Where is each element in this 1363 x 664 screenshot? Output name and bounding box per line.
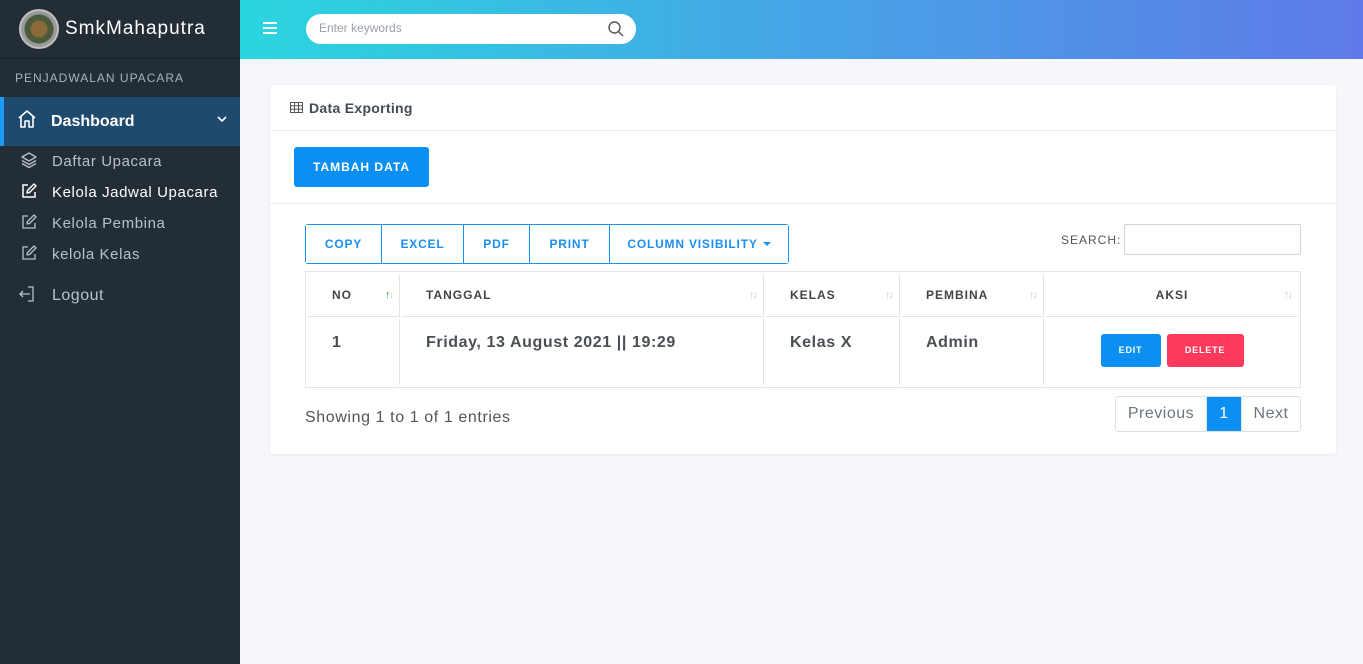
sidebar-item-kelola-kelas[interactable]: kelola Kelas (0, 239, 240, 270)
layers-icon (20, 151, 38, 173)
table-search-label: SEARCH: (1061, 233, 1122, 247)
logout-icon (18, 285, 36, 308)
home-icon (17, 109, 37, 134)
pagination: Previous 1 Next (1115, 396, 1301, 432)
sort-icon: ↑↓ (385, 289, 394, 301)
sidebar-item-dashboard[interactable]: Dashboard (0, 97, 240, 146)
column-header-aksi[interactable]: AKSI ↑↓ (1046, 274, 1298, 317)
cell-pembina: Admin (902, 319, 1044, 385)
sidebar-item-label: kelola Kelas (52, 246, 141, 263)
card-header: Data Exporting (270, 85, 1336, 131)
brand-name: SmkMahaputra (65, 18, 206, 39)
table-row: 1 Friday, 13 August 2021 || 19:29 Kelas … (308, 319, 1298, 385)
sidebar-item-label: Kelola Jadwal Upacara (52, 184, 219, 201)
column-header-kelas[interactable]: KELAS ↑↓ (766, 274, 900, 317)
chevron-down-icon (216, 112, 228, 130)
edit-icon (20, 244, 38, 266)
column-header-pembina[interactable]: PEMBINA ↑↓ (902, 274, 1044, 317)
search-icon[interactable] (607, 20, 625, 43)
header-label: AKSI (1155, 288, 1189, 302)
sidebar-item-label: Daftar Upacara (52, 153, 163, 170)
card-title: Data Exporting (309, 99, 413, 116)
column-visibility-label: COLUMN VISIBILITY (627, 237, 758, 251)
table-icon (290, 100, 303, 116)
cell-tanggal: Friday, 13 August 2021 || 19:29 (402, 319, 764, 385)
header-label: NO (332, 288, 352, 302)
sidebar-item-label: Kelola Pembina (52, 215, 166, 232)
copy-button[interactable]: COPY (306, 225, 382, 263)
topbar (240, 0, 1363, 59)
sort-icon: ↑↓ (885, 289, 894, 301)
column-header-tanggal[interactable]: TANGGAL ↑↓ (402, 274, 764, 317)
brand[interactable]: SmkMahaputra (0, 0, 240, 59)
sort-icon: ↑↓ (1284, 289, 1293, 301)
sort-icon: ↑↓ (749, 289, 758, 301)
sidebar-item-label: Dashboard (51, 112, 135, 130)
table-search-input[interactable] (1124, 224, 1301, 255)
excel-button[interactable]: EXCEL (382, 225, 464, 263)
cell-kelas: Kelas X (766, 319, 900, 385)
page-1-button[interactable]: 1 (1207, 397, 1241, 431)
cell-no: 1 (308, 319, 400, 385)
pdf-button[interactable]: PDF (464, 225, 530, 263)
header-label: PEMBINA (926, 288, 989, 302)
cell-aksi: EDIT DELETE (1046, 319, 1298, 385)
previous-page-button[interactable]: Previous (1116, 397, 1207, 431)
sidebar-item-kelola-pembina[interactable]: Kelola Pembina (0, 208, 240, 239)
sidebar-section-title: PENJADWALAN UPACARA (15, 71, 185, 85)
sidebar-item-logout[interactable]: Logout (0, 279, 240, 313)
sidebar-item-kelola-jadwal-upacara[interactable]: Kelola Jadwal Upacara (0, 177, 240, 208)
table-info: Showing 1 to 1 of 1 entries (305, 409, 511, 426)
edit-button[interactable]: EDIT (1100, 334, 1161, 367)
edit-icon (20, 213, 38, 235)
caret-down-icon (762, 242, 771, 246)
next-page-button[interactable]: Next (1241, 397, 1300, 431)
table-header-row: NO ↑↓ TANGGAL ↑↓ KELAS ↑↓ PEMBINA ↑↓ AKSI ↑↓ (308, 274, 1298, 317)
print-button[interactable]: PRINT (530, 225, 610, 263)
header-label: TANGGAL (426, 288, 492, 302)
sidebar: SmkMahaputra PENJADWALAN UPACARA Dashboa… (0, 0, 240, 664)
menu-icon[interactable] (262, 21, 278, 40)
header-label: KELAS (790, 288, 836, 302)
delete-button[interactable]: DELETE (1166, 334, 1244, 367)
data-card: Data Exporting TAMBAH DATA COPY EXCEL PD… (270, 85, 1336, 454)
sort-icon: ↑↓ (1029, 289, 1038, 301)
sidebar-item-label: Logout (52, 287, 104, 304)
data-table: NO ↑↓ TANGGAL ↑↓ KELAS ↑↓ PEMBINA ↑↓ AKSI ↑↓ … (305, 271, 1301, 388)
add-area: TAMBAH DATA (270, 131, 1336, 204)
search-box (306, 14, 636, 44)
column-header-no[interactable]: NO ↑↓ (308, 274, 400, 317)
search-input[interactable] (319, 21, 589, 35)
column-visibility-button[interactable]: COLUMN VISIBILITY (610, 225, 788, 263)
sidebar-item-daftar-upacara[interactable]: Daftar Upacara (0, 146, 240, 177)
school-logo (19, 9, 59, 49)
export-button-group: COPY EXCEL PDF PRINT COLUMN VISIBILITY (305, 224, 789, 264)
edit-icon (20, 182, 38, 204)
add-data-button[interactable]: TAMBAH DATA (294, 147, 429, 187)
